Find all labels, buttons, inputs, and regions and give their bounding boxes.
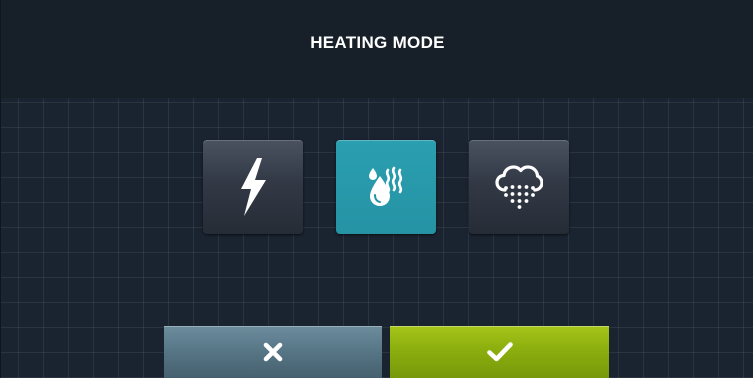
page-title: HEATING MODE (310, 33, 445, 52)
checkmark-icon (486, 342, 513, 362)
cancel-button[interactable] (164, 326, 382, 378)
confirm-button[interactable] (390, 326, 609, 378)
close-icon (263, 342, 283, 362)
water-drop-heat-icon (369, 166, 403, 206)
mode-button-hot-water[interactable] (336, 140, 436, 234)
mode-button-electric[interactable] (203, 140, 303, 234)
lightning-bolt-icon (241, 158, 266, 216)
heating-mode-screen: HEATING MODE (0, 0, 753, 378)
mode-button-steam[interactable] (469, 140, 569, 234)
steam-cloud-icon (495, 165, 543, 209)
